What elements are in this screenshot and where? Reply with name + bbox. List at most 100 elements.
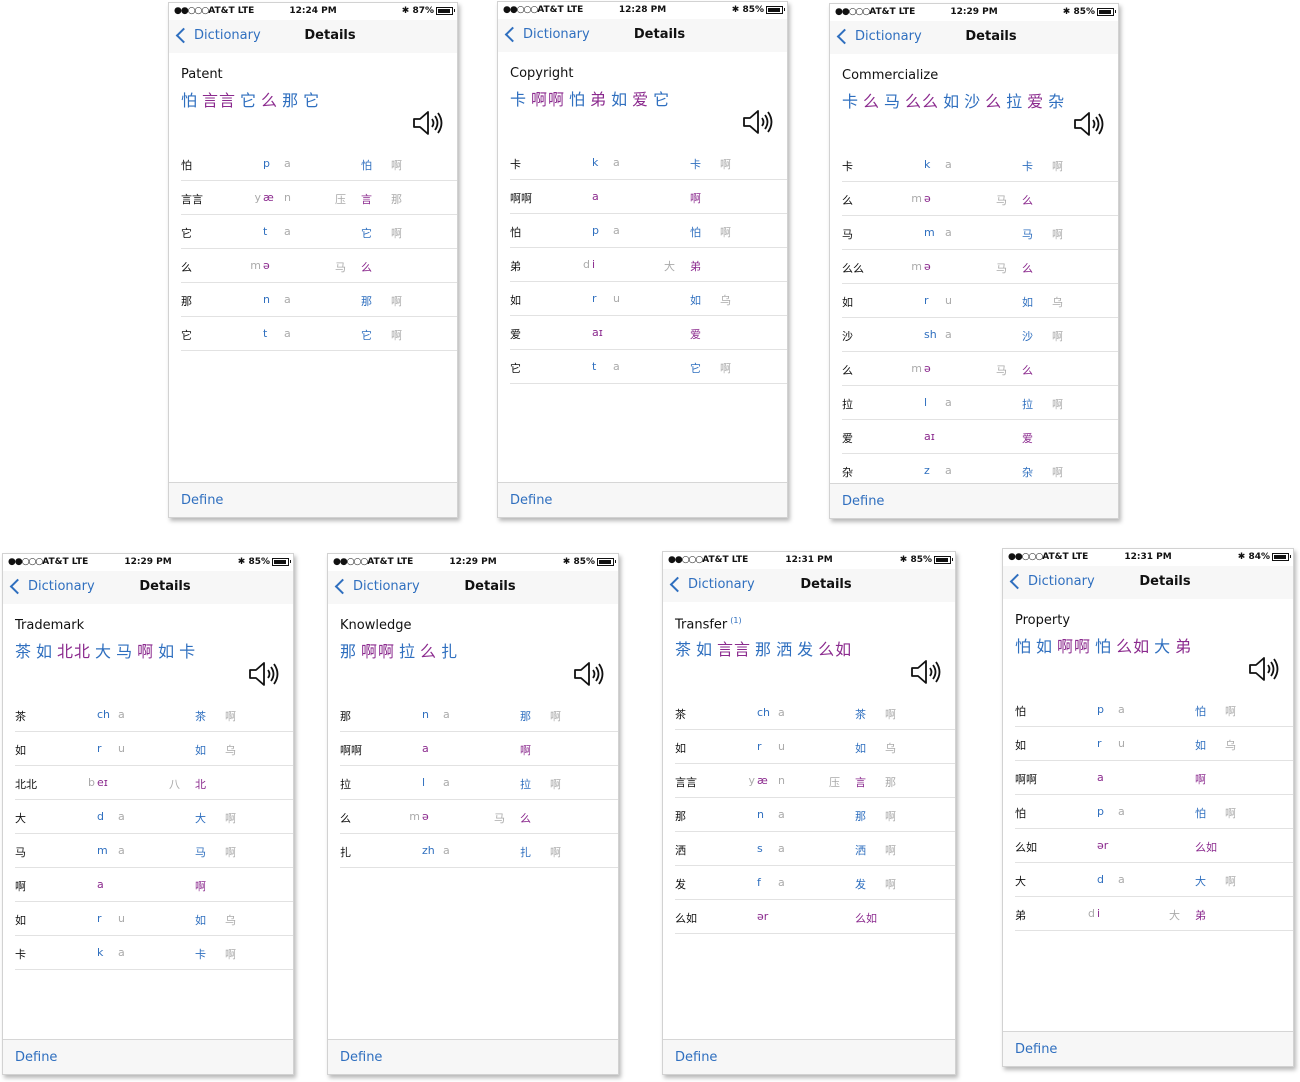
status-bar: ●●○○○ AT&T LTE 12:28 PM ✱ 85% (498, 2, 787, 19)
row-character: 爱 (842, 432, 853, 445)
phoneme-row[interactable]: 马 ma 马 啊 (842, 216, 1118, 250)
row-reference-char: 大 (1169, 909, 1180, 922)
phoneme-row[interactable]: 言言 y æ n 压 言 那 (181, 181, 457, 215)
bottom-toolbar: Define (663, 1039, 955, 1074)
sense-number: (1) (730, 616, 742, 625)
define-button[interactable]: Define (340, 1050, 382, 1065)
row-phoneme: k (592, 156, 599, 169)
define-button[interactable]: Define (675, 1050, 717, 1065)
transcription-syllable: 杂 (1048, 92, 1066, 111)
row-phoneme: p (1097, 703, 1104, 716)
row-syllable: 言 (855, 776, 866, 789)
row-right-letter: a (1118, 873, 1125, 886)
phoneme-row[interactable]: 它ta它啊 (181, 215, 457, 249)
row-syllable: 么 (1022, 262, 1033, 275)
define-button[interactable]: Define (181, 493, 223, 508)
phoneme-row[interactable]: 大da大啊 (1015, 863, 1293, 897)
phoneme-row[interactable]: 沙 sh a 沙 啊 (842, 318, 1118, 352)
phoneme-row[interactable]: 爱 aɪ 爱 (510, 316, 787, 350)
row-phoneme: r (1097, 737, 1102, 750)
phoneme-row[interactable]: 如ru如乌 (510, 282, 787, 316)
phoneme-row[interactable]: 卡ka卡啊 (510, 146, 787, 180)
define-button[interactable]: Define (842, 494, 884, 509)
transcription-syllable: 啊啊 (361, 642, 396, 661)
row-character: 如 (15, 914, 26, 927)
phoneme-row[interactable]: 么 mə 马 么 (340, 800, 618, 834)
phoneme-row[interactable]: 怕pa怕啊 (1015, 693, 1293, 727)
phoneme-row[interactable]: 么如 ər 么如 (675, 900, 955, 934)
phoneme-row[interactable]: 么 mə 马 么 (181, 249, 457, 283)
phoneme-row[interactable]: 马 ma 马 啊 (15, 834, 293, 868)
speaker-icon[interactable] (247, 660, 281, 688)
row-syllable: 杂 (1022, 466, 1033, 479)
phoneme-row[interactable]: 扎 zh a 扎 啊 (340, 834, 618, 868)
phoneme-row[interactable]: 拉la拉啊 (842, 386, 1118, 420)
phoneme-row[interactable]: 爱 aɪ 爱 (842, 420, 1118, 454)
define-button[interactable]: Define (1015, 1042, 1057, 1057)
phoneme-row[interactable]: 茶 ch a 茶 啊 (15, 698, 293, 732)
phoneme-row[interactable]: 茶 ch a 茶 啊 (675, 696, 955, 730)
row-character: 北北 (15, 778, 37, 791)
transcription-syllable: 怕 (569, 90, 587, 109)
row-right-letter: a (443, 844, 450, 857)
define-button[interactable]: Define (15, 1050, 57, 1065)
row-syllable: 爱 (1022, 432, 1033, 445)
transcription-syllable: 怕 (1015, 637, 1033, 656)
phoneme-row[interactable]: 弟 di 大 弟 (1015, 897, 1293, 931)
row-character: 那 (675, 810, 686, 823)
phoneme-row[interactable]: 怕pa怕啊 (1015, 795, 1293, 829)
phoneme-row[interactable]: 那na那啊 (340, 698, 618, 732)
phoneme-row[interactable]: 怕pa怕啊 (181, 147, 457, 181)
speaker-icon[interactable] (1247, 655, 1281, 683)
phoneme-row[interactable]: 如ru如乌 (15, 902, 293, 936)
speaker-icon[interactable] (1072, 110, 1106, 138)
phoneme-row[interactable]: 如ru如乌 (1015, 727, 1293, 761)
transcription-syllable: 如 (696, 640, 714, 659)
phoneme-row[interactable]: 大da大啊 (15, 800, 293, 834)
phoneme-row[interactable]: 如ru如乌 (842, 284, 1118, 318)
row-syllable: 怕 (361, 159, 372, 172)
row-character: 拉 (340, 778, 351, 791)
row-syllable: 啊 (195, 880, 206, 893)
phoneme-row[interactable]: 那na那啊 (181, 283, 457, 317)
phoneme-row[interactable]: 如ru如乌 (675, 730, 955, 764)
phoneme-row[interactable]: 啊啊 a 啊 (510, 180, 787, 214)
row-syllable: 如 (690, 294, 701, 307)
phoneme-row[interactable]: 它ta它啊 (510, 350, 787, 384)
phoneme-row[interactable]: 么如 ər 么如 (1015, 829, 1293, 863)
row-right-letter: a (443, 776, 450, 789)
phoneme-row[interactable]: 它ta它啊 (181, 317, 457, 351)
phoneme-row[interactable]: 啊a啊 (15, 868, 293, 902)
speaker-icon[interactable] (411, 109, 445, 137)
row-character: 怕 (510, 226, 521, 239)
phoneme-row[interactable]: 发fa发啊 (675, 866, 955, 900)
phoneme-row[interactable]: 洒sa洒啊 (675, 832, 955, 866)
phoneme-row[interactable]: 拉la拉啊 (340, 766, 618, 800)
phoneme-row[interactable]: 么 mə 马 么 (842, 352, 1118, 386)
transcription-syllable: 马 (116, 642, 134, 661)
phoneme-row[interactable]: 那na那啊 (675, 798, 955, 832)
chinese-transcription: 怕如啊啊怕么如大弟 (1015, 633, 1192, 657)
phoneme-row[interactable]: 怕pa怕啊 (510, 214, 787, 248)
phoneme-row[interactable]: 北北 b eɪ 八 北 (15, 766, 293, 800)
row-character: 茶 (15, 710, 26, 723)
speaker-icon[interactable] (741, 108, 775, 136)
battery-info: ✱ 85% (563, 557, 616, 567)
phoneme-row[interactable]: 么么 m ə 马 么 (842, 250, 1118, 284)
phoneme-row[interactable]: 言言 y æ n 压 言 那 (675, 764, 955, 798)
status-bar: ●●○○○ AT&T LTE 12:24 PM ✱ 87% (169, 3, 457, 20)
speaker-icon[interactable] (572, 660, 606, 688)
navigation-bar: Dictionary Details (3, 571, 293, 604)
speaker-icon[interactable] (909, 658, 943, 686)
phoneme-row[interactable]: 卡ka卡啊 (842, 148, 1118, 182)
row-character: 么 (181, 261, 192, 274)
phoneme-row[interactable]: 啊啊 a 啊 (1015, 761, 1293, 795)
phone-screen: ●●○○○ AT&T LTE 12:31 PM ✱ 85% Dictionary Det… (662, 551, 956, 1075)
battery-info: ✱ 85% (1063, 7, 1116, 17)
phoneme-row[interactable]: 啊啊 a 啊 (340, 732, 618, 766)
phoneme-row[interactable]: 卡ka卡啊 (15, 936, 293, 970)
phoneme-row[interactable]: 么 mə 马 么 (842, 182, 1118, 216)
phoneme-row[interactable]: 如ru如乌 (15, 732, 293, 766)
define-button[interactable]: Define (510, 493, 552, 508)
phoneme-row[interactable]: 弟 di 大 弟 (510, 248, 787, 282)
